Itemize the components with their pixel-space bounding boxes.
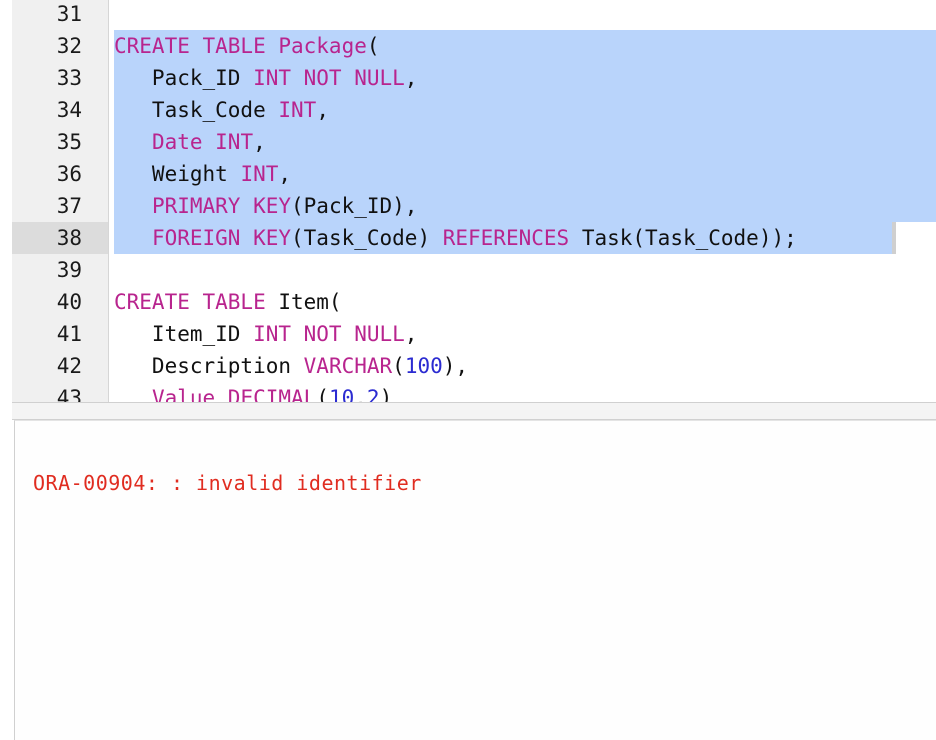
line-number: 38	[12, 222, 108, 254]
code-line[interactable]: 43 Value DECIMAL(10,2)	[0, 382, 936, 402]
line-number: 37	[56, 194, 82, 218]
code-token: ,	[354, 386, 367, 402]
code-line[interactable]: 36 Weight INT,	[0, 158, 936, 190]
line-number: 33	[56, 66, 82, 90]
line-number: 34	[56, 98, 82, 122]
code-token: Item(	[265, 290, 342, 314]
output-panel: ORA-00904: : invalid identifier	[14, 420, 936, 740]
code-line[interactable]: 42 Description VARCHAR(100),	[0, 350, 936, 382]
code-line[interactable]: 35 Date INT,	[0, 126, 936, 158]
sql-keyword: Date INT	[151, 130, 254, 154]
code-text[interactable]: CREATE TABLE Package(	[114, 30, 380, 62]
code-token: Weight	[114, 162, 241, 186]
sql-keyword: PRIMARY KEY	[151, 194, 292, 218]
code-text[interactable]: FOREIGN KEY(Task_Code) REFERENCES Task(T…	[114, 222, 797, 254]
sql-editor[interactable]: 31 32 CREATE TABLE Package(33 Pack_ID INT …	[0, 0, 936, 402]
sql-keyword: VARCHAR	[303, 354, 393, 378]
code-token: (	[392, 354, 405, 378]
code-text[interactable]: Description VARCHAR(100),	[114, 350, 468, 382]
sql-keyword: FOREIGN KEY	[151, 226, 292, 250]
code-token: Task(Task_Code));	[569, 226, 797, 250]
pane-splitter[interactable]	[12, 402, 936, 420]
code-line[interactable]: 40 CREATE TABLE Item(	[0, 286, 936, 318]
code-token: ,	[316, 98, 329, 122]
code-text[interactable]: Weight INT,	[114, 158, 291, 190]
code-text[interactable]: Item_ID INT NOT NULL,	[114, 318, 418, 350]
code-line[interactable]: 33 Pack_ID INT NOT NULL,	[0, 62, 936, 94]
code-token: ,	[253, 130, 266, 154]
code-line[interactable]: 32 CREATE TABLE Package(	[0, 30, 936, 62]
error-message: ORA-00904: : invalid identifier	[33, 471, 422, 495]
sql-keyword: INT	[240, 162, 279, 186]
sql-keyword: INT NOT NULL	[253, 322, 405, 346]
line-number: 40	[56, 290, 82, 314]
line-number: 39	[56, 258, 82, 282]
code-line[interactable]: 39	[0, 254, 936, 286]
sql-keyword: REFERENCES	[442, 226, 570, 250]
number-literal: 10	[328, 386, 355, 402]
code-text[interactable]: PRIMARY KEY(Pack_ID),	[114, 190, 418, 222]
code-token: ,	[278, 162, 292, 186]
text-cursor	[892, 222, 896, 254]
number-literal: 100	[404, 354, 443, 378]
sql-keyword: INT NOT NULL	[253, 66, 405, 90]
code-token: ,	[404, 66, 418, 90]
splitter-edge	[0, 402, 12, 420]
code-text[interactable]: Value DECIMAL(10,2)	[114, 382, 392, 402]
code-line[interactable]: 37 PRIMARY KEY(Pack_ID),	[0, 190, 936, 222]
code-token: (	[366, 34, 380, 58]
line-number: 43	[56, 386, 82, 402]
code-token: (	[316, 386, 329, 402]
line-number: 32	[56, 34, 82, 58]
number-literal: 2	[366, 386, 380, 402]
code-token: ),	[442, 354, 469, 378]
code-text[interactable]: Date INT,	[114, 126, 266, 158]
code-text[interactable]: Task_Code INT,	[114, 94, 329, 126]
code-line[interactable]: 31	[0, 0, 936, 30]
line-number: 31	[56, 2, 82, 26]
code-token: (Task_Code)	[291, 226, 443, 250]
sql-keyword: CREATE TABLE	[114, 290, 266, 314]
code-token: )	[379, 386, 393, 402]
line-number: 42	[56, 354, 82, 378]
line-number: 35	[56, 130, 82, 154]
code-token: ,	[404, 322, 418, 346]
code-token: Pack_ID	[114, 66, 254, 90]
code-token: (Pack_ID),	[291, 194, 418, 218]
code-line[interactable]: 38 FOREIGN KEY(Task_Code) REFERENCES Tas…	[0, 222, 936, 254]
sql-keyword: Value DECIMAL	[151, 386, 317, 402]
line-number: 41	[56, 322, 82, 346]
code-token: Task_Code	[114, 98, 279, 122]
code-text[interactable]: CREATE TABLE Item(	[114, 286, 342, 318]
code-line[interactable]: 41 Item_ID INT NOT NULL,	[0, 318, 936, 350]
sql-keyword: INT	[278, 98, 317, 122]
code-text[interactable]: Pack_ID INT NOT NULL,	[114, 62, 418, 94]
sql-keyword: CREATE TABLE Package	[114, 34, 367, 58]
code-line[interactable]: 34 Task_Code INT,	[0, 94, 936, 126]
code-token: Item_ID	[114, 322, 254, 346]
line-number: 36	[56, 162, 82, 186]
code-token: Description	[114, 354, 304, 378]
